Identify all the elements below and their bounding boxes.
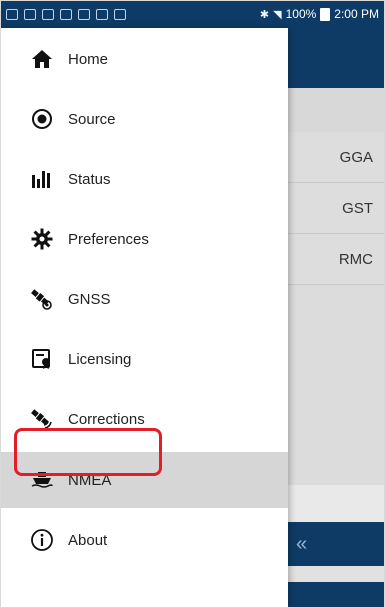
notification-icon [78,8,90,20]
bottom-bar [288,582,385,608]
divider [288,566,385,582]
nav-item-label: About [68,531,108,549]
info-icon [30,528,54,552]
nav-item-label: Source [68,110,116,128]
notification-icon [114,8,126,20]
notification-icon [96,8,108,20]
bluetooth-icon: ✱ [259,8,270,21]
battery-level: 100% [285,7,317,21]
list-item[interactable]: GST [288,183,385,234]
navigation-drawer: Home Source Status Preferences GNSS Lice… [0,28,288,608]
source-icon [30,107,54,131]
nav-item-home[interactable]: Home [0,31,288,87]
nav-item-about[interactable]: About [0,512,288,568]
license-icon [30,347,54,371]
nav-item-preferences[interactable]: Preferences [0,211,288,267]
nav-item-label: GNSS [68,290,111,308]
background-app: GGA GST RMC « [288,28,385,608]
nmea-message-list: GGA GST RMC [288,132,385,285]
empty-area [288,285,385,485]
nav-item-status[interactable]: Status [0,151,288,207]
nav-item-licensing[interactable]: Licensing [0,331,288,387]
collapse-icon[interactable]: « [296,533,307,556]
nav-item-source[interactable]: Source [0,91,288,147]
notification-icon [42,8,54,20]
status-icon [30,167,54,191]
clock: 2:00 PM [334,7,379,21]
satellite-icon [30,287,54,311]
nav-item-gnss[interactable]: GNSS [0,271,288,327]
nav-item-label: Licensing [68,350,132,368]
selection-highlight [14,428,162,476]
nav-item-label: Preferences [68,230,149,248]
nav-item-label: Status [68,170,111,188]
notification-icon [24,8,36,20]
home-icon [30,47,54,71]
battery-icon [320,7,331,21]
notification-icons [6,8,126,20]
list-item[interactable]: GGA [288,132,385,183]
status-bar: ✱ ◥ 100% 2:00 PM [0,0,385,28]
system-status: ✱ ◥ 100% 2:00 PM [260,7,379,21]
app-subbar [288,88,385,132]
app-toolbar [288,28,385,88]
gear-icon [30,227,54,251]
collapse-bar[interactable]: « [288,522,385,566]
signal-icon: ◥ [273,8,282,21]
nav-item-label: Corrections [68,410,145,428]
nav-item-label: Home [68,50,109,68]
list-item[interactable]: RMC [288,234,385,285]
notification-icon [60,8,72,20]
notification-icon [6,8,18,20]
